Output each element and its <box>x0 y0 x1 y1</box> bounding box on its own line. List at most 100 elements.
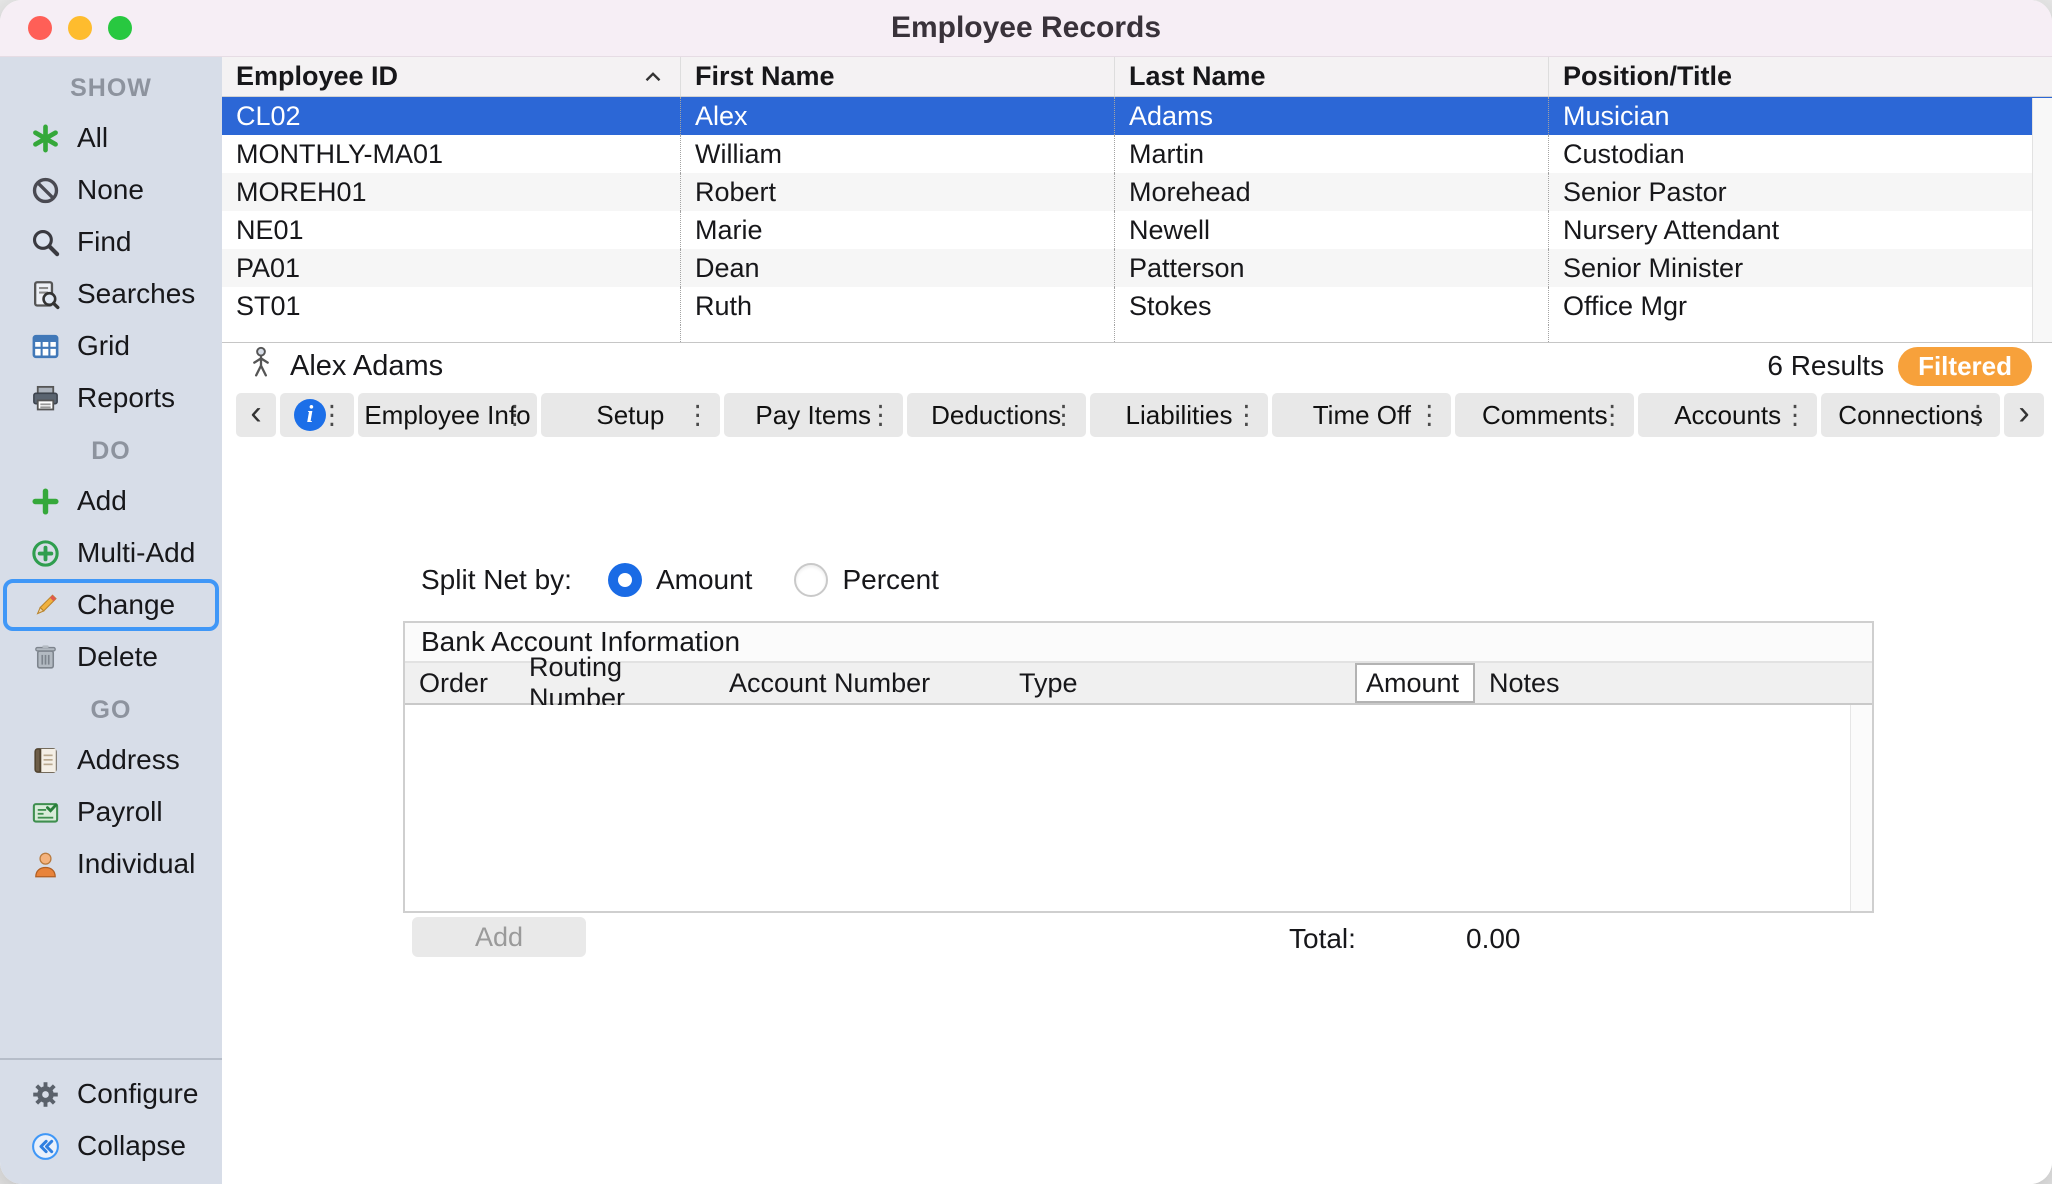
sidebar-item-grid[interactable]: Grid <box>3 320 219 372</box>
radio-option-percent[interactable]: Percent <box>794 563 939 597</box>
sidebar-item-delete[interactable]: Delete <box>3 631 219 683</box>
tab-liabilities[interactable]: Liabilities⋮ <box>1090 393 1269 437</box>
sidebar-item-payroll[interactable]: Payroll <box>3 786 219 838</box>
sidebar-item-reports[interactable]: Reports <box>3 372 219 424</box>
tab-label: Time Off <box>1313 400 1411 431</box>
filtered-badge[interactable]: Filtered <box>1898 347 2032 386</box>
total-label: Total: <box>1289 923 1356 955</box>
tab-menu-dots-icon: ⋮ <box>1416 400 1442 431</box>
table-row-selected[interactable]: CL02AlexAdamsMusician <box>222 97 2052 135</box>
cell-employee-id: MOREH01 <box>222 173 681 211</box>
sidebar-item-collapse[interactable]: Collapse <box>3 1120 219 1172</box>
table-row[interactable]: ST01RuthStokesOffice Mgr <box>222 287 2052 325</box>
column-header-employee-id[interactable]: Employee ID <box>222 57 681 96</box>
sidebar-item-individual[interactable]: Individual <box>3 838 219 890</box>
tabs-scroll-left-button[interactable]: ‹ <box>236 393 276 437</box>
record-tab-bar: ‹i⋮Employee Info⋮Setup⋮Pay Items⋮Deducti… <box>222 389 2052 441</box>
bank-column-amount[interactable]: Amount <box>1355 663 1475 703</box>
main-area: SHOWAllNoneFindSearchesGridReportsDOAddM… <box>0 57 2052 1184</box>
cell-last-name: Martin <box>1115 135 1549 173</box>
tab-pay-items[interactable]: Pay Items⋮ <box>724 393 903 437</box>
sidebar-item-add[interactable]: Add <box>3 475 219 527</box>
table-row[interactable]: MOREH01RobertMoreheadSenior Pastor <box>222 173 2052 211</box>
tab-info-button[interactable]: i⋮ <box>280 393 354 437</box>
bank-account-column-headers: OrderRouting NumberAccount NumberTypeAmo… <box>405 663 1872 705</box>
tab-menu-dots-icon: ⋮ <box>1782 400 1808 431</box>
zoom-window-button[interactable] <box>108 16 132 40</box>
searches-icon <box>29 278 61 310</box>
bank-column-account-number[interactable]: Account Number <box>715 663 1005 703</box>
cell-last-name: Patterson <box>1115 249 1549 287</box>
employee-list-scrollbar[interactable] <box>2032 98 2052 342</box>
sort-ascending-icon <box>640 64 666 90</box>
cell-last-name: Stokes <box>1115 287 1549 325</box>
column-header-label: Employee ID <box>236 61 398 92</box>
sidebar-item-label: Address <box>77 744 180 776</box>
cell-employee-id: CL02 <box>222 97 681 135</box>
close-window-button[interactable] <box>28 16 52 40</box>
bank-column-routing-number[interactable]: Routing Number <box>515 663 715 703</box>
tab-label: Liabilities <box>1126 400 1233 431</box>
bank-column-order[interactable]: Order <box>405 663 515 703</box>
cell-employee-id: PA01 <box>222 249 681 287</box>
bank-account-table-scrollbar[interactable] <box>1850 705 1872 911</box>
none-icon <box>29 174 61 206</box>
sidebar-divider <box>0 1058 222 1060</box>
table-row[interactable]: PA01DeanPattersonSenior Minister <box>222 249 2052 287</box>
tab-time-off[interactable]: Time Off⋮ <box>1272 393 1451 437</box>
column-header-position-title[interactable]: Position/Title <box>1549 57 2052 96</box>
add-bank-account-button[interactable]: Add <box>412 917 586 957</box>
sidebar-item-find[interactable]: Find <box>3 216 219 268</box>
sidebar-item-address[interactable]: Address <box>3 734 219 786</box>
content-area: Employee ID First Name Last Name Position/T… <box>222 57 2052 1184</box>
tab-connections[interactable]: Connections⋮ <box>1821 393 2000 437</box>
column-header-label: Last Name <box>1129 61 1266 92</box>
radio-option-amount[interactable]: Amount <box>608 563 753 597</box>
tab-menu-dots-icon: ⋮ <box>1965 400 1991 431</box>
split-net-label: Split Net by: <box>421 564 572 596</box>
tab-label: Accounts <box>1674 400 1781 431</box>
tab-label: Deductions <box>931 400 1061 431</box>
sidebar-section-label-do: DO <box>0 424 222 475</box>
sidebar-item-change[interactable]: Change <box>3 579 219 631</box>
tab-accounts[interactable]: Accounts⋮ <box>1638 393 1817 437</box>
table-row[interactable]: NE01MarieNewellNursery Attendant <box>222 211 2052 249</box>
record-bar: Alex Adams 6 Results Filtered <box>222 343 2052 389</box>
sidebar-item-label: All <box>77 122 108 154</box>
cell-position: Musician <box>1549 97 2052 135</box>
tab-menu-dots-icon: ⋮ <box>685 400 711 431</box>
sidebar-item-searches[interactable]: Searches <box>3 268 219 320</box>
bank-account-table-body[interactable] <box>405 705 1872 911</box>
tabs-scroll-right-button[interactable]: › <box>2004 393 2044 437</box>
tab-comments[interactable]: Comments⋮ <box>1455 393 1634 437</box>
selected-record-name: Alex Adams <box>290 350 443 383</box>
delete-trash-icon <box>29 641 61 673</box>
radio-unselected-icon <box>794 563 828 597</box>
column-header-last-name[interactable]: Last Name <box>1115 57 1549 96</box>
sidebar-item-configure[interactable]: Configure <box>3 1068 219 1120</box>
payroll-icon <box>29 796 61 828</box>
tab-employee-info[interactable]: Employee Info⋮ <box>358 393 537 437</box>
results-count: 6 Results <box>1767 350 1884 382</box>
tab-menu-dots-icon: ⋮ <box>1599 400 1625 431</box>
split-net-radio-group: Amount Percent <box>608 563 981 597</box>
cell-position: Custodian <box>1549 135 2052 173</box>
minimize-window-button[interactable] <box>68 16 92 40</box>
table-row[interactable]: MONTHLY-MA01WilliamMartinCustodian <box>222 135 2052 173</box>
sidebar-item-multi-add[interactable]: Multi-Add <box>3 527 219 579</box>
change-pencil-icon <box>29 589 61 621</box>
all-asterisk-icon <box>29 122 61 154</box>
column-header-label: Position/Title <box>1563 61 1732 92</box>
sidebar-item-none[interactable]: None <box>3 164 219 216</box>
tab-menu-dots-icon: ⋮ <box>1051 400 1077 431</box>
column-header-first-name[interactable]: First Name <box>681 57 1115 96</box>
bank-column-notes[interactable]: Notes <box>1475 663 1872 703</box>
bank-column-type[interactable]: Type <box>1005 663 1355 703</box>
tab-deductions[interactable]: Deductions⋮ <box>907 393 1086 437</box>
radio-option-label: Percent <box>842 564 939 596</box>
sidebar-item-label: Delete <box>77 641 158 673</box>
table-empty-space <box>222 325 2052 342</box>
tab-setup[interactable]: Setup⋮ <box>541 393 720 437</box>
cell-last-name: Morehead <box>1115 173 1549 211</box>
sidebar-item-all[interactable]: All <box>3 112 219 164</box>
